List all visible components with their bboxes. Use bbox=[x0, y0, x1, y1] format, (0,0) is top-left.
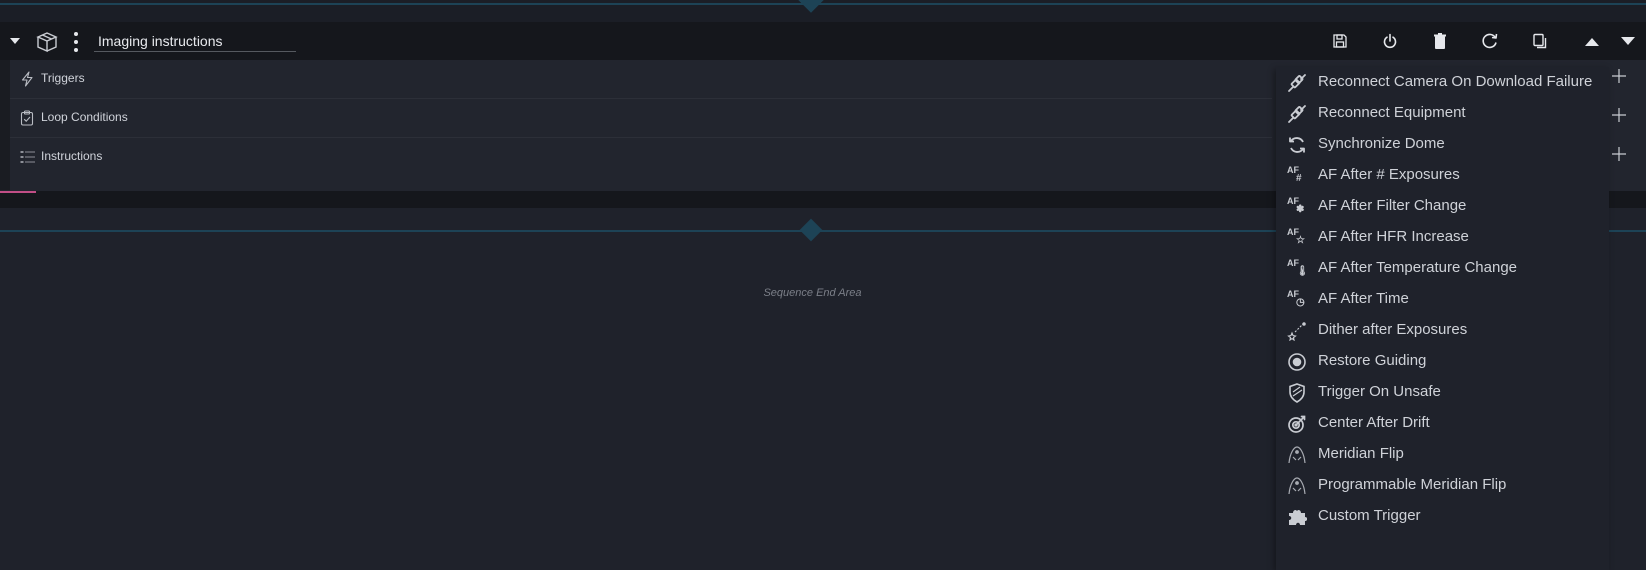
container-header bbox=[0, 22, 1646, 60]
section-label: Instructions bbox=[41, 149, 103, 163]
shield-icon bbox=[1286, 382, 1308, 404]
meridian-flip-icon bbox=[1286, 475, 1308, 497]
section-label: Loop Conditions bbox=[41, 110, 128, 124]
menu-item-label: AF After Filter Change bbox=[1318, 197, 1467, 214]
af-filter-icon: AF ✽ bbox=[1287, 196, 1305, 215]
menu-item-af-after-hfr-increase[interactable]: AF ☆ AF After HFR Increase bbox=[1276, 222, 1609, 253]
container-name-input[interactable] bbox=[94, 30, 296, 52]
section-label: Triggers bbox=[41, 71, 85, 85]
menu-item-label: AF After Time bbox=[1318, 290, 1409, 307]
menu-item-label: Center After Drift bbox=[1318, 414, 1430, 431]
menu-item-center-after-drift[interactable]: Center After Drift bbox=[1276, 408, 1609, 439]
menu-item-meridian-flip[interactable]: Meridian Flip bbox=[1276, 439, 1609, 470]
menu-item-label: Programmable Meridian Flip bbox=[1318, 476, 1507, 493]
list-icon bbox=[20, 149, 36, 165]
menu-item-label: AF After # Exposures bbox=[1318, 166, 1460, 183]
reset-icon[interactable] bbox=[1477, 28, 1503, 54]
menu-item-reconnect-camera[interactable]: Reconnect Camera On Download Failure bbox=[1276, 67, 1609, 98]
menu-item-label: Custom Trigger bbox=[1318, 507, 1421, 524]
section-triggers[interactable]: Triggers bbox=[10, 60, 1272, 99]
add-trigger-plus-icon[interactable] bbox=[1610, 67, 1632, 89]
meridian-flip-icon bbox=[1286, 444, 1308, 466]
menu-item-reconnect-equipment[interactable]: Reconnect Equipment bbox=[1276, 98, 1609, 129]
bullseye-icon bbox=[1286, 413, 1308, 435]
move-up-icon[interactable] bbox=[1579, 28, 1605, 54]
menu-item-af-after-temperature[interactable]: AF 🌡 AF After Temperature Change bbox=[1276, 253, 1609, 284]
move-down-icon[interactable] bbox=[1615, 28, 1641, 54]
af-hash-icon: AF # bbox=[1287, 165, 1302, 184]
top-drop-divider bbox=[0, 0, 1646, 22]
menu-item-label: Meridian Flip bbox=[1318, 445, 1404, 462]
container-box-icon bbox=[34, 29, 60, 55]
puzzle-icon bbox=[1286, 506, 1308, 528]
af-thermometer-icon: AF 🌡 bbox=[1287, 258, 1309, 277]
af-clock-icon: AF ◷ bbox=[1287, 289, 1305, 308]
power-icon[interactable] bbox=[1377, 28, 1403, 54]
add-condition-plus-icon[interactable] bbox=[1610, 106, 1632, 128]
menu-item-label: AF After HFR Increase bbox=[1318, 228, 1469, 245]
section-instructions[interactable]: Instructions bbox=[10, 138, 1272, 176]
copy-icon[interactable] bbox=[1527, 28, 1553, 54]
menu-item-custom-trigger[interactable]: Custom Trigger bbox=[1276, 501, 1609, 532]
menu-item-label: AF After Temperature Change bbox=[1318, 259, 1517, 276]
menu-item-programmable-meridian-flip[interactable]: Programmable Meridian Flip bbox=[1276, 470, 1609, 501]
trigger-dropdown-menu: Reconnect Camera On Download Failure Rec… bbox=[1276, 67, 1609, 570]
menu-item-synchronize-dome[interactable]: Synchronize Dome bbox=[1276, 129, 1609, 160]
plug-icon bbox=[1286, 103, 1308, 125]
menu-item-label: Reconnect Camera On Download Failure bbox=[1318, 73, 1593, 90]
menu-item-label: Restore Guiding bbox=[1318, 352, 1427, 369]
save-icon[interactable] bbox=[1327, 28, 1353, 54]
menu-item-label: Synchronize Dome bbox=[1318, 135, 1445, 152]
divider-diamond bbox=[798, 0, 824, 13]
dither-icon bbox=[1286, 320, 1308, 342]
menu-item-label: Trigger On Unsafe bbox=[1318, 383, 1441, 400]
menu-item-trigger-on-unsafe[interactable]: Trigger On Unsafe bbox=[1276, 377, 1609, 408]
menu-item-af-after-time[interactable]: AF ◷ AF After Time bbox=[1276, 284, 1609, 315]
menu-item-dither-after-exposures[interactable]: Dither after Exposures bbox=[1276, 315, 1609, 346]
clipboard-check-icon bbox=[20, 110, 36, 126]
lightning-icon bbox=[20, 71, 36, 87]
menu-item-label: Reconnect Equipment bbox=[1318, 104, 1466, 121]
add-instruction-plus-icon[interactable] bbox=[1610, 145, 1632, 167]
divider-line bbox=[0, 3, 1646, 5]
section-loop-conditions[interactable]: Loop Conditions bbox=[10, 99, 1272, 138]
collapse-caret-icon[interactable] bbox=[6, 31, 24, 51]
more-options-icon[interactable] bbox=[70, 29, 82, 55]
sync-icon bbox=[1286, 134, 1308, 156]
delete-icon[interactable] bbox=[1427, 28, 1453, 54]
plug-icon bbox=[1286, 72, 1308, 94]
target-dot-icon bbox=[1286, 351, 1308, 373]
container-left-strip bbox=[0, 60, 10, 190]
af-star-icon: AF ☆ bbox=[1287, 227, 1305, 246]
progress-marker bbox=[0, 191, 36, 193]
menu-item-label: Dither after Exposures bbox=[1318, 321, 1468, 338]
menu-item-af-after-exposures[interactable]: AF # AF After # Exposures bbox=[1276, 160, 1609, 191]
divider-diamond bbox=[799, 218, 823, 242]
menu-item-restore-guiding[interactable]: Restore Guiding bbox=[1276, 346, 1609, 377]
menu-item-af-after-filter-change[interactable]: AF ✽ AF After Filter Change bbox=[1276, 191, 1609, 222]
